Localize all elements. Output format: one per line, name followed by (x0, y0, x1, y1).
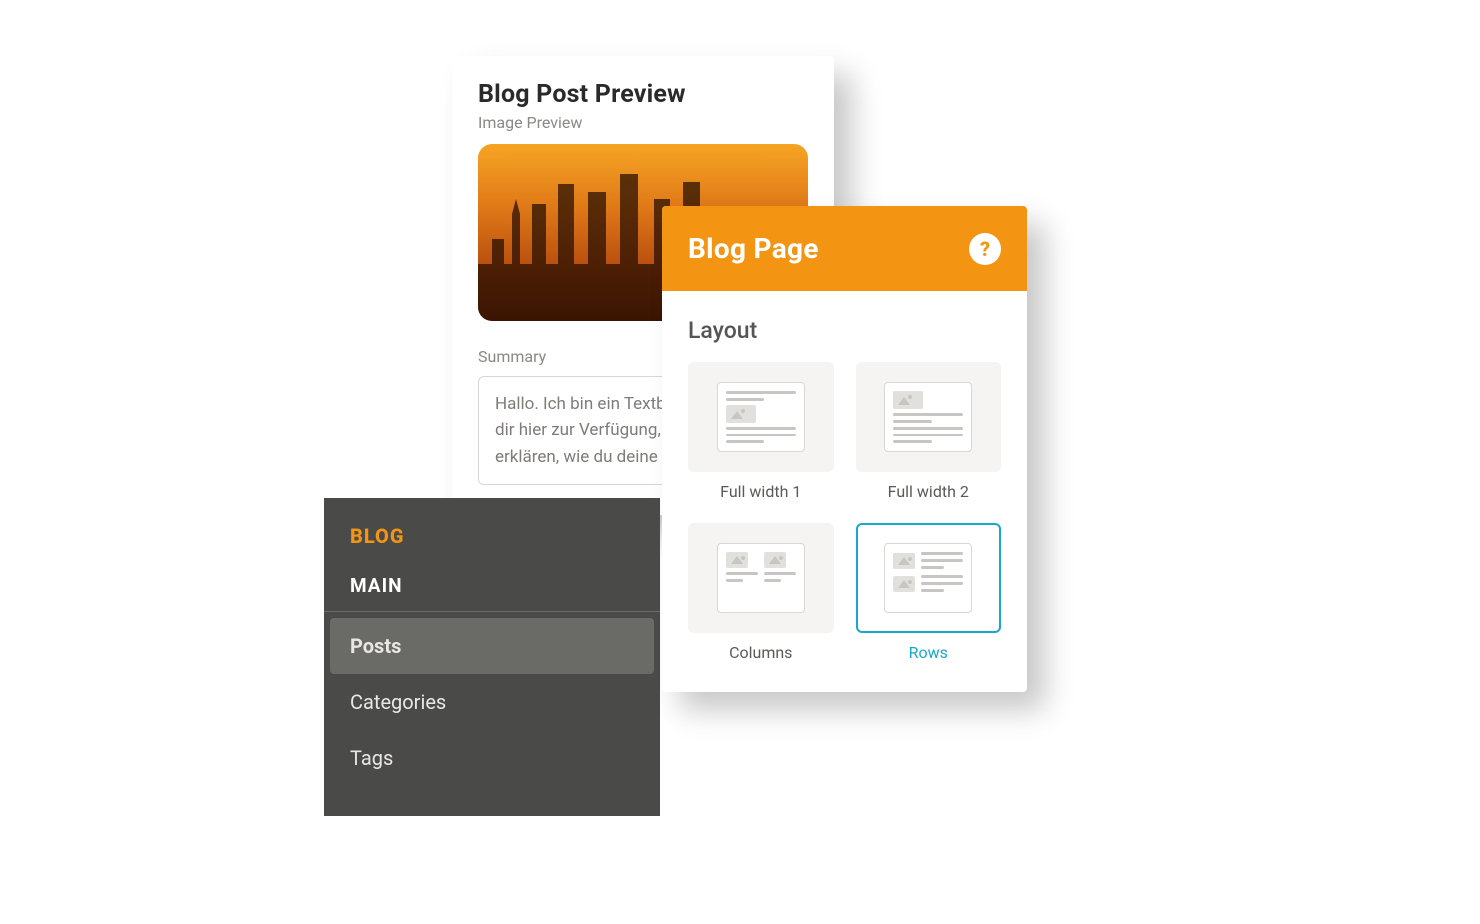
layout-option-label: Rows (856, 643, 1002, 662)
blog-page-title: Blog Page (688, 232, 819, 265)
help-icon[interactable]: ? (969, 233, 1001, 265)
layout-option-full-width-2[interactable]: Full width 2 (856, 362, 1002, 501)
layout-option-label: Columns (688, 643, 834, 662)
layout-thumb (856, 362, 1002, 472)
sidebar-item-posts[interactable]: Posts (330, 618, 654, 674)
layout-grid: Full width 1 Full width 2 (688, 362, 1001, 662)
layout-option-rows[interactable]: Rows (856, 523, 1002, 662)
sidebar-item-categories[interactable]: Categories (324, 674, 660, 730)
blog-page-header: Blog Page ? (662, 206, 1027, 291)
blog-page-panel: Blog Page ? Layout Full width 1 (662, 206, 1027, 692)
layout-option-label: Full width 1 (688, 482, 834, 501)
layout-body: Layout Full width 1 (662, 291, 1027, 692)
layout-section-title: Layout (688, 317, 1001, 344)
preview-title: Blog Post Preview (478, 80, 808, 109)
layout-thumb (688, 362, 834, 472)
sidebar-item-tags[interactable]: Tags (324, 730, 660, 786)
layout-option-columns[interactable]: Columns (688, 523, 834, 662)
layout-mini-preview (717, 543, 805, 613)
image-preview-label: Image Preview (478, 113, 808, 132)
sidebar-heading: BLOG (324, 524, 660, 566)
layout-mini-preview (884, 382, 972, 452)
layout-option-label: Full width 2 (856, 482, 1002, 501)
layout-mini-preview (717, 382, 805, 452)
blog-sidebar: BLOG MAIN Posts Categories Tags (324, 498, 660, 816)
layout-thumb (856, 523, 1002, 633)
layout-thumb (688, 523, 834, 633)
sidebar-divider (324, 611, 660, 612)
sidebar-section-label: MAIN (324, 566, 660, 611)
layout-mini-preview (884, 543, 972, 613)
layout-option-full-width-1[interactable]: Full width 1 (688, 362, 834, 501)
